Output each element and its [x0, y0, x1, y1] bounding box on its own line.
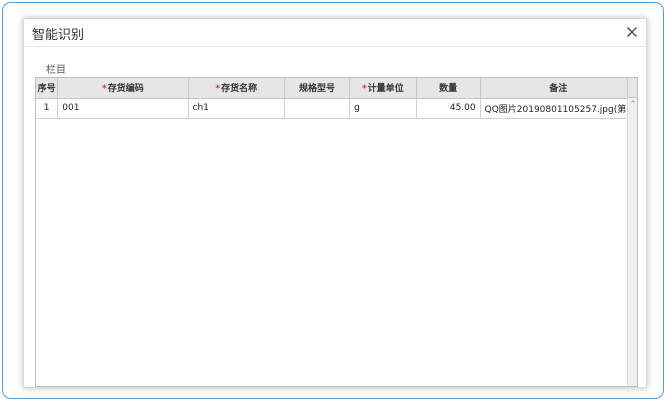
- cell-code[interactable]: 001: [57, 98, 189, 119]
- section-label: 栏目: [46, 65, 66, 76]
- col-header-code: *存货编码: [57, 78, 189, 99]
- col-header-qty: 数量: [416, 78, 481, 99]
- table-header-row: 序号 *存货编码 *存货名称 规格型号 *计量单位 数量 备注: [36, 78, 637, 99]
- items-grid: 序号 *存货编码 *存货名称 规格型号 *计量单位 数量 备注 1 001 ch…: [35, 77, 638, 387]
- cell-spec[interactable]: [284, 98, 351, 119]
- required-mark: *: [102, 84, 107, 95]
- required-mark: *: [215, 84, 221, 95]
- table-row[interactable]: 1 001 ch1 g 45.00 QQ图片20190801105257.jpg…: [36, 98, 637, 119]
- dialog-titlebar: 智能识别: [24, 19, 646, 47]
- items-table: 序号 *存货编码 *存货名称 规格型号 *计量单位 数量 备注 1 001 ch…: [36, 78, 637, 119]
- header-filler: [627, 78, 637, 98]
- col-header-seq: 序号: [36, 78, 59, 99]
- smart-recognition-dialog: 智能识别 栏目 序号 *存货编码 *存货名称 规格型号 *计量单位 数量 备注 …: [23, 18, 647, 388]
- col-header-spec: 规格型号: [284, 78, 351, 99]
- close-icon[interactable]: [624, 24, 640, 40]
- col-header-name: *存货名称: [188, 78, 285, 99]
- cell-qty[interactable]: 45.00: [416, 98, 481, 119]
- vertical-scrollbar[interactable]: ^: [627, 98, 637, 386]
- dialog-title: 智能识别: [32, 28, 85, 43]
- cell-note[interactable]: QQ图片20190801105257.jpg(第1: [480, 98, 637, 119]
- col-header-unit: *计量单位: [349, 78, 417, 99]
- scroll-up-arrow-icon[interactable]: ^: [629, 100, 637, 108]
- required-mark: *: [361, 84, 367, 95]
- cell-name[interactable]: ch1: [188, 98, 285, 119]
- cell-unit[interactable]: g: [349, 98, 417, 119]
- screenshot-frame: 智能识别 栏目 序号 *存货编码 *存货名称 规格型号 *计量单位 数量 备注 …: [2, 2, 664, 399]
- col-header-note: 备注: [480, 78, 637, 99]
- cell-seq: 1: [36, 98, 59, 119]
